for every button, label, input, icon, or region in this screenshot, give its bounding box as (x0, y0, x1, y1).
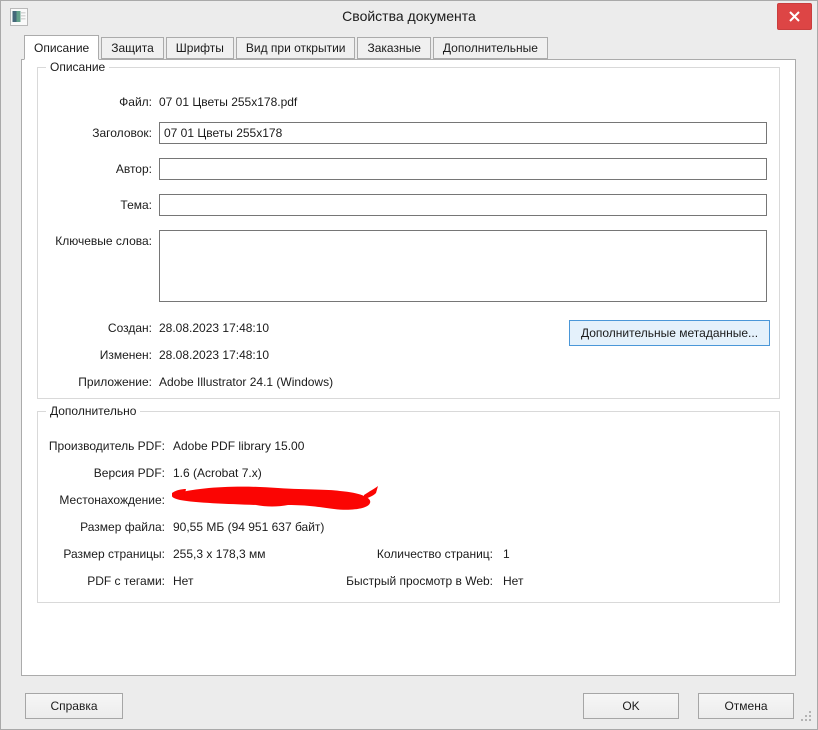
subject-input[interactable] (159, 194, 767, 216)
fast-web-view-value: Нет (503, 574, 524, 588)
help-button[interactable]: Справка (25, 693, 123, 719)
description-group-title: Описание (46, 60, 110, 74)
created-value: 28.08.2023 17:48:10 (159, 321, 270, 335)
modified-value: 28.08.2023 17:48:10 (159, 348, 270, 362)
description-tab-page: Описание Файл: 07 01 Цветы 255x178.pdf З… (21, 59, 796, 676)
location-redaction-scribble (168, 478, 380, 514)
close-icon (789, 11, 800, 22)
created-label: Создан: (107, 321, 152, 335)
author-label: Автор: (115, 162, 152, 176)
subject-label: Тема: (120, 198, 152, 212)
title-input[interactable] (159, 122, 767, 144)
tagged-pdf-value: Нет (173, 574, 194, 588)
document-properties-dialog: Свойства документа Описание Защита Шрифт… (0, 0, 818, 730)
application-label: Приложение: (78, 375, 152, 389)
keywords-label: Ключевые слова: (55, 234, 152, 248)
cancel-button[interactable]: Отмена (698, 693, 794, 719)
location-label: Местонахождение: (59, 493, 165, 507)
resize-grip[interactable] (799, 709, 811, 721)
tab-description[interactable]: Описание (24, 35, 100, 60)
description-group: Описание Файл: 07 01 Цветы 255x178.pdf З… (37, 60, 780, 399)
ok-button[interactable]: OK (583, 693, 679, 719)
pdf-version-label: Версия PDF: (93, 466, 165, 480)
additional-metadata-button[interactable]: Дополнительные метаданные... (569, 320, 770, 346)
application-value: Adobe Illustrator 24.1 (Windows) (159, 375, 334, 389)
advanced-group-title: Дополнительно (46, 404, 141, 418)
page-count-label: Количество страниц: (376, 547, 493, 561)
close-button[interactable] (777, 3, 812, 30)
tab-initial-view[interactable]: Вид при открытии (235, 37, 356, 59)
tab-strip: Описание Защита Шрифты Вид при открытии … (24, 35, 548, 60)
modified-label: Изменен: (99, 348, 152, 362)
window-title: Свойства документа (342, 8, 476, 24)
author-input[interactable] (159, 158, 767, 180)
pdf-producer-label: Производитель PDF: (48, 439, 165, 453)
titlebar: Свойства документа (1, 1, 817, 34)
page-size-value: 255,3 x 178,3 мм (173, 547, 266, 561)
tab-fonts[interactable]: Шрифты (165, 37, 234, 59)
file-size-value: 90,55 МБ (94 951 637 байт) (173, 520, 325, 534)
tab-advanced[interactable]: Дополнительные (432, 37, 548, 59)
advanced-group: Дополнительно Производитель PDF: Adobe P… (37, 404, 780, 603)
tab-custom[interactable]: Заказные (357, 37, 431, 59)
file-size-label: Размер файла: (80, 520, 165, 534)
fast-web-view-label: Быстрый просмотр в Web: (346, 574, 493, 588)
title-label: Заголовок: (92, 126, 152, 140)
page-size-label: Размер страницы: (63, 547, 165, 561)
page-count-value: 1 (503, 547, 510, 561)
pdf-producer-value: Adobe PDF library 15.00 (173, 439, 305, 453)
file-value: 07 01 Цветы 255x178.pdf (159, 95, 298, 109)
tagged-pdf-label: PDF с тегами: (87, 574, 165, 588)
tab-security[interactable]: Защита (101, 37, 164, 59)
file-label: Файл: (119, 95, 152, 109)
keywords-input[interactable] (159, 230, 767, 302)
